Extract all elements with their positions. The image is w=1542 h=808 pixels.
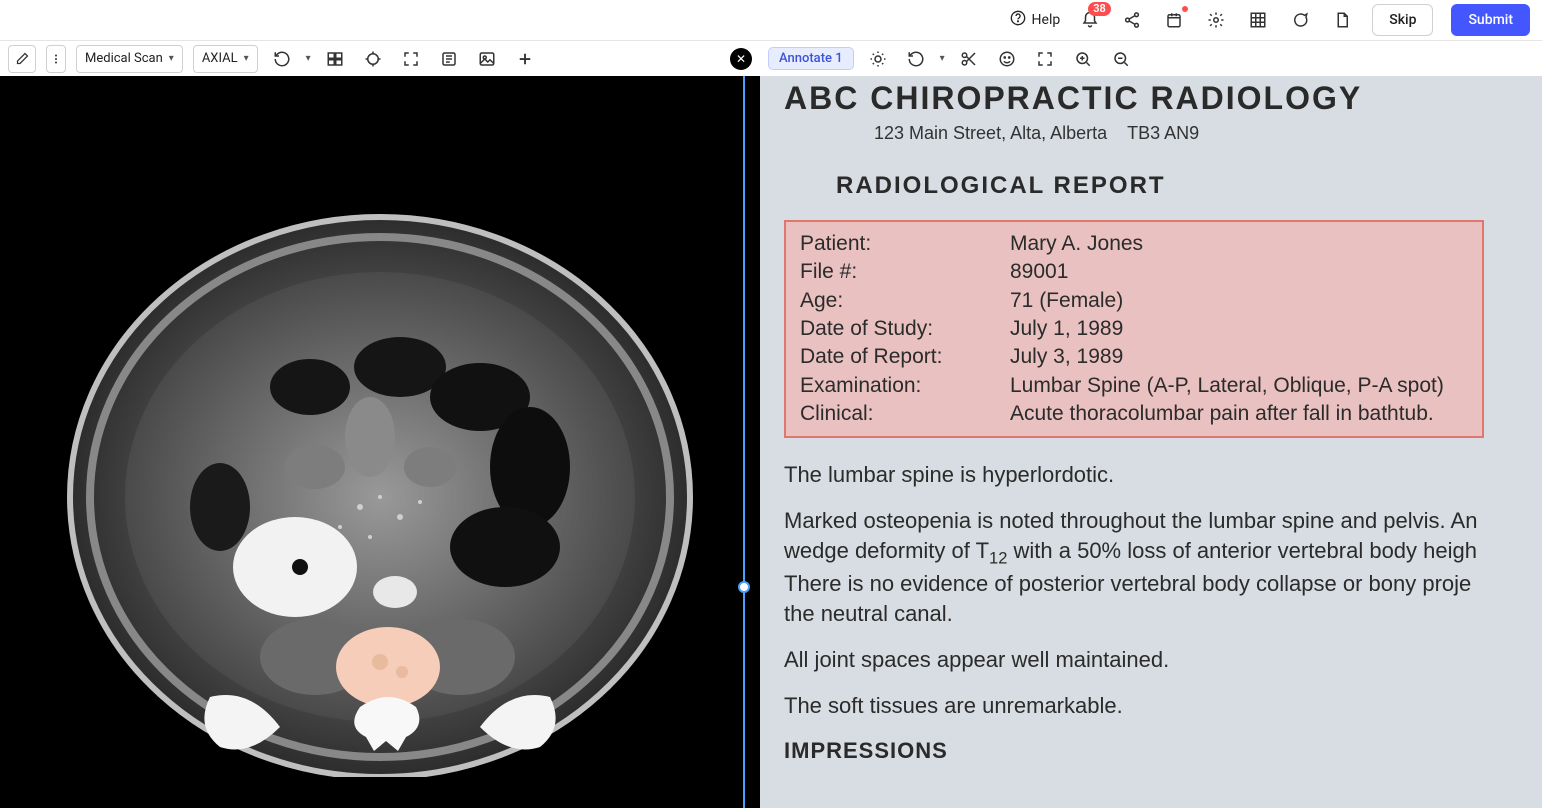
- report-org-title: ABC CHIROPRACTIC RADIOLOGY: [784, 80, 1542, 117]
- document-icon: [1333, 11, 1351, 29]
- scan-type-select[interactable]: Medical Scan ▾: [76, 45, 183, 73]
- toolbar: Medical Scan ▾ AXIAL ▾ ▾ ✕ Annotate 1 ▾: [0, 40, 1542, 76]
- help-icon: [1010, 10, 1026, 30]
- table-row: Examination:Lumbar Spine (A-P, Lateral, …: [800, 372, 1468, 400]
- table-row: Age:71 (Female): [800, 287, 1468, 315]
- chevron-down-icon: ▾: [940, 53, 945, 64]
- fit-icon: [1036, 50, 1054, 68]
- layout-button[interactable]: [321, 45, 349, 73]
- report-para: The lumbar spine is hyperlordotic.: [784, 460, 1524, 490]
- pane-divider-handle[interactable]: [738, 581, 750, 593]
- gear-icon: [1207, 11, 1225, 29]
- zoom-in-button[interactable]: [1069, 45, 1097, 73]
- fullscreen-icon: [402, 50, 420, 68]
- image-icon: [478, 50, 496, 68]
- share-icon: [1123, 11, 1141, 29]
- report-para: All joint spaces appear well maintained.: [784, 645, 1524, 675]
- edit-button[interactable]: [8, 45, 36, 73]
- emoji-button[interactable]: [993, 45, 1021, 73]
- zoom-in-icon: [1074, 50, 1092, 68]
- zoom-out-icon: [1112, 50, 1130, 68]
- grid-icon: [1249, 11, 1267, 29]
- settings-button[interactable]: [1204, 8, 1228, 32]
- table-row: Date of Report:July 3, 1989: [800, 343, 1468, 371]
- table-row: Clinical:Acute thoracolumbar pain after …: [800, 400, 1468, 428]
- scan-type-label: Medical Scan: [85, 51, 163, 66]
- report-document: ABC CHIROPRACTIC RADIOLOGY 123 Main Stre…: [784, 76, 1542, 766]
- rotate-button-2[interactable]: [902, 45, 930, 73]
- chevron-down-icon: ▾: [244, 53, 249, 64]
- share-button[interactable]: [1120, 8, 1144, 32]
- edit-icon: [15, 51, 30, 66]
- skip-button[interactable]: Skip: [1372, 4, 1433, 36]
- report-body: The lumbar spine is hyperlordotic. Marke…: [784, 460, 1524, 765]
- plus-icon: [516, 50, 534, 68]
- scissors-icon: [960, 50, 978, 68]
- chevron-down-icon: ▾: [306, 53, 311, 64]
- more-button[interactable]: [46, 45, 66, 73]
- view-select[interactable]: AXIAL ▾: [193, 45, 258, 73]
- chat-icon: [1291, 11, 1309, 29]
- impressions-heading: IMPRESSIONS: [784, 736, 1524, 766]
- rotate-icon: [907, 50, 925, 68]
- notification-badge: 38: [1088, 2, 1111, 16]
- more-icon: [50, 52, 62, 66]
- main-area: ABC CHIROPRACTIC RADIOLOGY 123 Main Stre…: [0, 76, 1542, 808]
- brightness-button[interactable]: [864, 45, 892, 73]
- fullscreen-button[interactable]: [397, 45, 425, 73]
- view-label: AXIAL: [202, 51, 238, 66]
- report-para: The soft tissues are unremarkable.: [784, 691, 1524, 721]
- help-label: Help: [1032, 12, 1061, 28]
- grid-view-button[interactable]: [1246, 8, 1270, 32]
- toolbar-right: Annotate 1 ▾: [760, 40, 1542, 76]
- table-row: Date of Study:July 1, 1989: [800, 315, 1468, 343]
- rotate-icon: [273, 50, 291, 68]
- chat-button[interactable]: [1288, 8, 1312, 32]
- toolbar-left: Medical Scan ▾ AXIAL ▾ ▾ ✕: [0, 40, 760, 76]
- document-button[interactable]: [1330, 8, 1354, 32]
- pane-divider[interactable]: [743, 76, 745, 808]
- table-row: Patient:Mary A. Jones: [800, 230, 1468, 258]
- annotate-mode-pill[interactable]: Annotate 1: [768, 47, 854, 70]
- top-header: Help 38 Skip Submit: [0, 0, 1542, 40]
- help-button[interactable]: Help: [1010, 10, 1061, 30]
- stack-icon: [440, 50, 458, 68]
- layout-icon: [326, 50, 344, 68]
- close-icon: ✕: [736, 52, 746, 66]
- stack-button[interactable]: [435, 45, 463, 73]
- calendar-icon: [1165, 11, 1183, 29]
- close-panel-button[interactable]: ✕: [730, 48, 752, 70]
- image-button[interactable]: [473, 45, 501, 73]
- rotate-button[interactable]: [268, 45, 296, 73]
- brightness-icon: [869, 50, 887, 68]
- alert-dot-icon: [1182, 6, 1188, 12]
- notifications-button[interactable]: 38: [1078, 8, 1102, 32]
- target-button[interactable]: [359, 45, 387, 73]
- zoom-out-button[interactable]: [1107, 45, 1135, 73]
- patient-info-highlight[interactable]: Patient:Mary A. Jones File #:89001 Age:7…: [784, 220, 1484, 438]
- fit-button[interactable]: [1031, 45, 1059, 73]
- cut-button[interactable]: [955, 45, 983, 73]
- chevron-down-icon: ▾: [169, 53, 174, 64]
- submit-button[interactable]: Submit: [1451, 4, 1530, 36]
- report-subtitle: RADIOLOGICAL REPORT: [836, 172, 1542, 200]
- report-address: 123 Main Street, Alta, Alberta TB3 AN9: [874, 123, 1542, 144]
- report-para: Marked osteopenia is noted throughout th…: [784, 506, 1524, 629]
- add-button[interactable]: [511, 45, 539, 73]
- report-viewer[interactable]: ABC CHIROPRACTIC RADIOLOGY 123 Main Stre…: [760, 76, 1542, 808]
- calendar-button[interactable]: [1162, 8, 1186, 32]
- table-row: File #:89001: [800, 258, 1468, 286]
- scan-viewer[interactable]: [0, 76, 760, 808]
- emoji-icon: [998, 50, 1016, 68]
- ct-image: [60, 137, 700, 777]
- target-icon: [364, 50, 382, 68]
